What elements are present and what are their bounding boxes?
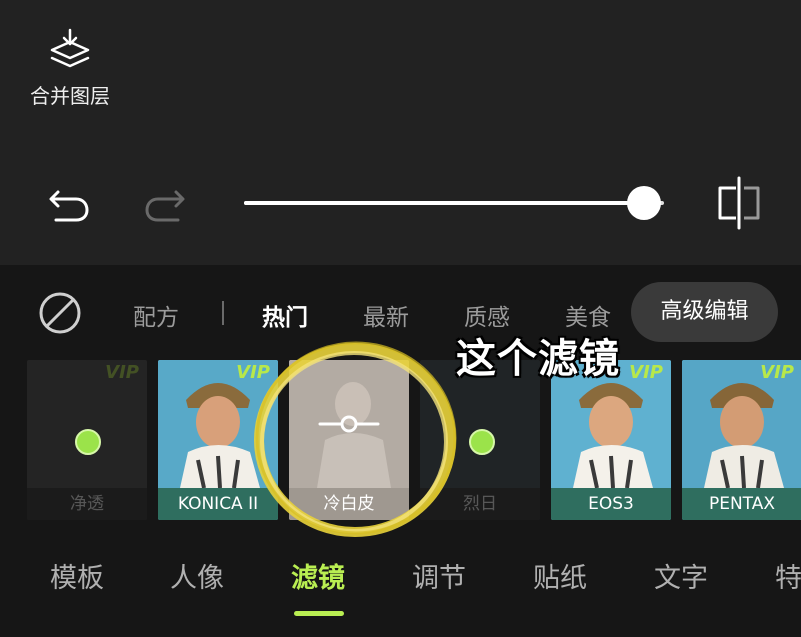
filter-name: EOS3: [551, 488, 671, 520]
tab-hot[interactable]: 热门: [262, 298, 308, 332]
tab-formula[interactable]: 配方: [133, 298, 179, 332]
merge-layers-button[interactable]: 合并图层: [24, 28, 116, 109]
no-filter-icon[interactable]: [38, 291, 82, 335]
vip-badge: VIP: [760, 362, 794, 383]
editor-top-panel: 合并图层: [0, 0, 801, 265]
vip-badge: VIP: [105, 362, 139, 383]
filter-card-konica[interactable]: VIP KONICA II: [158, 360, 278, 520]
nav-sticker[interactable]: 贴纸: [533, 556, 587, 595]
slider-fill: [244, 201, 644, 205]
active-tab-indicator: [294, 611, 344, 616]
vip-badge: VIP: [236, 362, 270, 383]
nav-template[interactable]: 模板: [50, 556, 104, 595]
compare-icon[interactable]: [714, 176, 764, 230]
slider-knob[interactable]: [627, 186, 661, 220]
nav-filter[interactable]: 滤镜: [291, 556, 345, 595]
intensity-slider[interactable]: [244, 186, 664, 222]
vip-badge: VIP: [629, 362, 663, 383]
advanced-edit-button[interactable]: 高级编辑: [631, 282, 778, 342]
filter-card-cold-white[interactable]: 冷白皮: [289, 360, 409, 520]
annotation-text: 这个滤镜: [456, 336, 620, 382]
tab-newest[interactable]: 最新: [363, 298, 409, 332]
merge-layers-icon: [50, 28, 90, 68]
adjust-slider-icon[interactable]: [318, 414, 380, 434]
filter-name: PENTAX: [682, 488, 801, 520]
filter-name: KONICA II: [158, 488, 278, 520]
nav-adjust[interactable]: 调节: [412, 556, 466, 595]
applied-dot: [75, 429, 101, 455]
nav-text[interactable]: 文字: [654, 556, 708, 595]
merge-layers-label: 合并图层: [30, 84, 110, 108]
tab-separator: [222, 301, 224, 325]
applied-dot: [469, 429, 495, 455]
undo-icon[interactable]: [46, 182, 92, 226]
filter-card-pentax[interactable]: VIP PENTAX: [682, 360, 801, 520]
filter-name: 净透: [27, 488, 147, 520]
filter-name: 冷白皮: [289, 488, 409, 520]
filter-card-eos3[interactable]: VIP EOS3: [551, 360, 671, 520]
nav-special[interactable]: 特: [775, 556, 801, 595]
redo-icon[interactable]: [142, 182, 188, 226]
nav-portrait[interactable]: 人像: [170, 556, 224, 595]
filter-name: 烈日: [420, 488, 540, 520]
